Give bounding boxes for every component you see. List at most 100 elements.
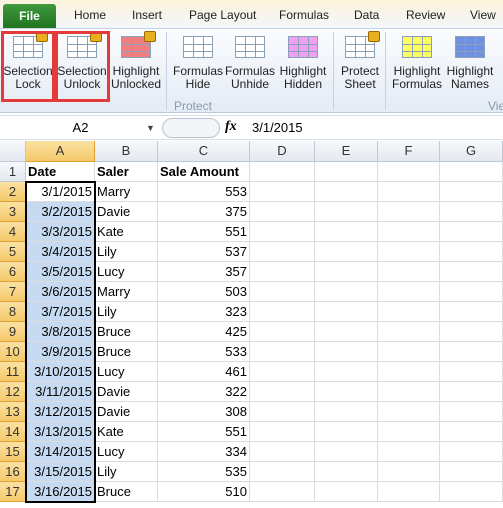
table-cell[interactable] [440,422,503,442]
table-cell[interactable]: Lily [95,462,158,482]
tab-review[interactable]: Review [406,8,445,22]
table-cell[interactable] [250,402,315,422]
table-cell[interactable]: 3/3/2015 [26,222,95,242]
table-cell[interactable] [250,182,315,202]
row-header[interactable]: 5 [0,242,26,262]
table-cell[interactable]: 533 [158,342,250,362]
table-cell[interactable] [440,322,503,342]
table-cell[interactable]: 3/13/2015 [26,422,95,442]
table-cell[interactable] [315,262,378,282]
table-cell[interactable]: 537 [158,242,250,262]
table-cell[interactable]: 357 [158,262,250,282]
table-cell[interactable] [440,482,503,502]
column-header-F[interactable]: F [378,141,440,162]
table-cell[interactable] [250,442,315,462]
table-cell[interactable]: 535 [158,462,250,482]
tab-page-layout[interactable]: Page Layout [189,8,256,22]
table-cell[interactable]: 3/12/2015 [26,402,95,422]
table-cell[interactable] [440,262,503,282]
table-cell[interactable] [440,242,503,262]
table-cell[interactable] [440,382,503,402]
table-cell[interactable] [315,302,378,322]
table-cell[interactable]: Lucy [95,362,158,382]
table-cell[interactable] [378,202,440,222]
table-cell[interactable] [440,342,503,362]
table-cell[interactable]: 551 [158,222,250,242]
highlight-hidden-button[interactable]: Highlight Hidden [277,32,329,98]
table-cell[interactable] [378,342,440,362]
table-cell[interactable] [315,442,378,462]
row-header[interactable]: 10 [0,342,26,362]
tab-file[interactable]: File [3,4,56,28]
tab-home[interactable]: Home [74,8,106,22]
table-cell[interactable] [315,322,378,342]
table-cell[interactable] [315,382,378,402]
row-header[interactable]: 12 [0,382,26,402]
table-cell[interactable] [378,362,440,382]
row-header[interactable]: 9 [0,322,26,342]
table-cell[interactable] [315,362,378,382]
table-cell[interactable] [378,322,440,342]
header-cell[interactable] [378,162,440,182]
table-cell[interactable]: Davie [95,402,158,422]
table-cell[interactable] [250,462,315,482]
table-cell[interactable] [250,302,315,322]
column-header-A[interactable]: A [26,141,95,162]
table-cell[interactable] [250,242,315,262]
table-cell[interactable]: Lucy [95,442,158,462]
table-cell[interactable] [250,362,315,382]
row-header[interactable]: 13 [0,402,26,422]
column-header-G[interactable]: G [440,141,503,162]
table-cell[interactable]: 3/10/2015 [26,362,95,382]
tab-formulas[interactable]: Formulas [279,8,329,22]
table-cell[interactable] [440,302,503,322]
table-cell[interactable] [378,242,440,262]
table-cell[interactable]: 375 [158,202,250,222]
column-header-C[interactable]: C [158,141,250,162]
table-cell[interactable] [250,222,315,242]
table-cell[interactable]: 323 [158,302,250,322]
column-header-D[interactable]: D [250,141,315,162]
table-cell[interactable] [378,482,440,502]
table-cell[interactable] [250,382,315,402]
table-cell[interactable] [378,282,440,302]
column-header-B[interactable]: B [95,141,158,162]
table-cell[interactable] [250,202,315,222]
table-cell[interactable] [440,362,503,382]
select-all-corner[interactable] [0,141,26,162]
highlight-unlocked-button[interactable]: Highlight Unlocked [110,31,162,98]
table-cell[interactable] [250,322,315,342]
header-cell[interactable]: Saler [95,162,158,182]
table-cell[interactable] [440,442,503,462]
table-cell[interactable] [440,182,503,202]
table-cell[interactable] [315,202,378,222]
header-cell[interactable] [315,162,378,182]
table-cell[interactable]: Bruce [95,322,158,342]
table-cell[interactable]: 3/8/2015 [26,322,95,342]
row-header[interactable]: 2 [0,182,26,202]
table-cell[interactable]: Davie [95,202,158,222]
table-cell[interactable]: Davie [95,382,158,402]
table-cell[interactable]: 3/9/2015 [26,342,95,362]
row-header[interactable]: 17 [0,482,26,502]
table-cell[interactable]: Kate [95,422,158,442]
column-header-E[interactable]: E [315,141,378,162]
table-cell[interactable] [378,182,440,202]
table-cell[interactable]: Marry [95,182,158,202]
table-cell[interactable] [378,222,440,242]
table-cell[interactable] [378,442,440,462]
table-cell[interactable] [378,262,440,282]
table-cell[interactable]: Lily [95,242,158,262]
table-cell[interactable]: 3/5/2015 [26,262,95,282]
row-header[interactable]: 16 [0,462,26,482]
highlight-formulas-button[interactable]: Highlight Formulas [390,32,444,98]
table-cell[interactable] [378,462,440,482]
formulas-unhide-button[interactable]: Formulas Unhide [225,32,275,98]
table-cell[interactable] [315,462,378,482]
table-cell[interactable]: 3/6/2015 [26,282,95,302]
chevron-down-icon[interactable]: ▼ [146,123,155,133]
table-cell[interactable]: 3/2/2015 [26,202,95,222]
table-cell[interactable] [440,402,503,422]
table-cell[interactable] [315,222,378,242]
table-cell[interactable] [250,422,315,442]
